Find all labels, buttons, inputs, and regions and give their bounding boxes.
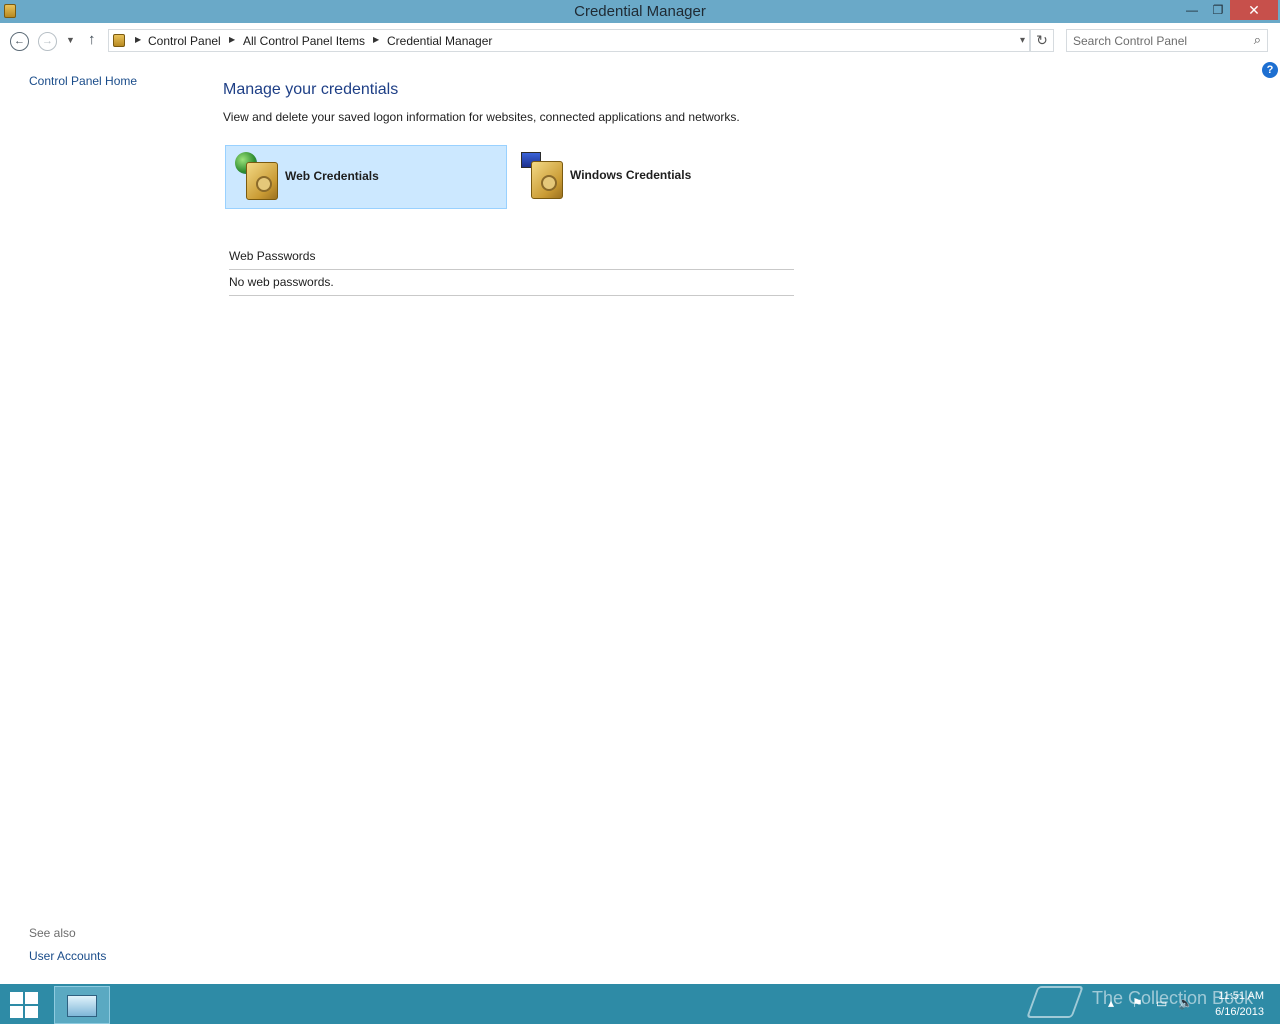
action-center-flag-icon[interactable]: ⚑ bbox=[1132, 996, 1143, 1010]
control-panel-icon bbox=[113, 34, 125, 47]
refresh-button[interactable]: ↻ bbox=[1030, 29, 1054, 52]
watermark-book-icon bbox=[1026, 986, 1084, 1018]
breadcrumb-separator-icon[interactable]: ▶ bbox=[229, 35, 235, 44]
recent-locations-button[interactable]: ▼ bbox=[66, 35, 75, 45]
search-icon[interactable]: ⌕ bbox=[1254, 32, 1261, 48]
web-credentials-tile[interactable]: Web Credentials bbox=[225, 145, 507, 209]
windows-credentials-tile[interactable]: Windows Credentials bbox=[511, 145, 793, 209]
window-title: Credential Manager bbox=[574, 3, 706, 20]
breadcrumb-all-control-panel-items[interactable]: All Control Panel Items bbox=[243, 34, 365, 48]
navigation-bar: ← → ▼ ↑ ▶ Control Panel ▶ All Control Pa… bbox=[0, 23, 1280, 59]
close-button[interactable]: ✕ bbox=[1230, 0, 1278, 20]
back-button[interactable]: ← bbox=[10, 32, 29, 51]
control-panel-home-link[interactable]: Control Panel Home bbox=[29, 74, 137, 88]
web-passwords-section-header[interactable]: Web Passwords bbox=[229, 249, 315, 263]
minimize-button[interactable]: — bbox=[1180, 0, 1204, 20]
address-dropdown-icon[interactable]: ▾ bbox=[1020, 35, 1025, 46]
show-hidden-icon[interactable]: ▴ bbox=[1108, 996, 1114, 1010]
web-credentials-label: Web Credentials bbox=[285, 169, 379, 183]
windows-logo-icon bbox=[25, 992, 38, 1004]
see-also-label: See also bbox=[29, 926, 76, 940]
control-panel-icon bbox=[67, 995, 97, 1017]
breadcrumb-separator-icon[interactable]: ▶ bbox=[373, 35, 379, 44]
breadcrumb-control-panel[interactable]: Control Panel bbox=[148, 34, 221, 48]
taskbar: The Collection Book ▴ ⚑ ▭ 🔈 11:51 AM 6/1… bbox=[0, 984, 1280, 1024]
breadcrumb-credential-manager[interactable]: Credential Manager bbox=[387, 34, 492, 48]
clock-time[interactable]: 11:51 AM bbox=[1208, 990, 1264, 1002]
section-divider bbox=[229, 295, 794, 296]
address-bar[interactable]: ▶ Control Panel ▶ All Control Panel Item… bbox=[108, 29, 1030, 52]
page-description: View and delete your saved logon informa… bbox=[223, 110, 740, 124]
search-input[interactable] bbox=[1073, 33, 1243, 49]
section-divider bbox=[229, 269, 794, 270]
start-button[interactable] bbox=[10, 992, 40, 1018]
windows-logo-icon bbox=[10, 1006, 23, 1018]
empty-list-message: No web passwords. bbox=[229, 275, 334, 289]
page-title: Manage your credentials bbox=[223, 81, 399, 98]
windows-logo-icon bbox=[25, 1006, 38, 1018]
forward-button[interactable]: → bbox=[38, 32, 57, 51]
web-credentials-vault-icon bbox=[246, 162, 278, 200]
windows-logo-icon bbox=[10, 992, 23, 1004]
up-button[interactable]: ↑ bbox=[88, 31, 96, 48]
breadcrumb-separator-icon[interactable]: ▶ bbox=[135, 35, 141, 44]
search-box[interactable]: ⌕ bbox=[1066, 29, 1268, 52]
network-icon[interactable]: ▭ bbox=[1156, 996, 1167, 1010]
help-icon[interactable]: ? bbox=[1262, 62, 1278, 78]
volume-icon[interactable]: 🔈 bbox=[1178, 996, 1193, 1010]
windows-credentials-label: Windows Credentials bbox=[570, 168, 692, 182]
restore-button[interactable]: ❐ bbox=[1206, 0, 1230, 20]
taskbar-control-panel-button[interactable] bbox=[54, 986, 110, 1024]
user-accounts-link[interactable]: User Accounts bbox=[29, 949, 106, 963]
title-bar[interactable]: Credential Manager — ❐ ✕ bbox=[0, 0, 1280, 23]
windows-credentials-vault-icon bbox=[531, 161, 563, 199]
clock-date[interactable]: 6/16/2013 bbox=[1200, 1006, 1264, 1018]
